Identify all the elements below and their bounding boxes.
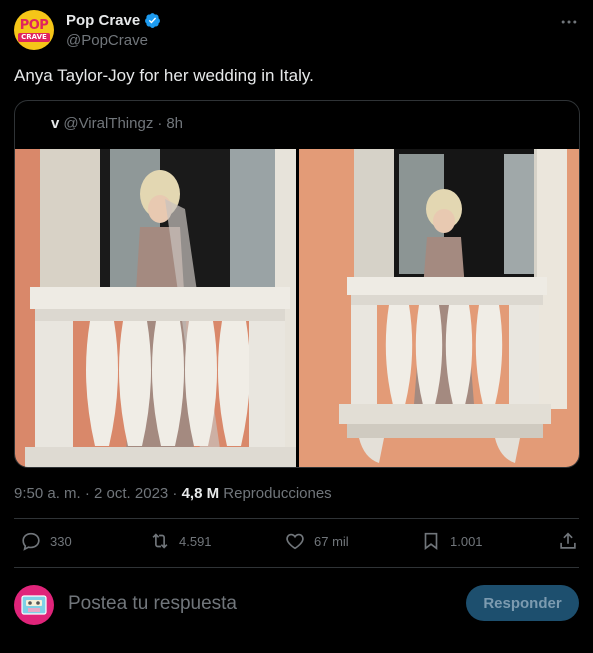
photo-left-image	[15, 149, 296, 467]
author-display-name[interactable]: Pop Crave	[66, 12, 140, 29]
avatar-text-pop: POP	[19, 17, 49, 33]
action-bar: 330 4.591 67 mil 1.001	[14, 530, 579, 558]
views-label: Reproducciones	[219, 485, 332, 502]
verified-badge-icon	[145, 13, 161, 28]
photo-right-image	[299, 149, 579, 467]
tweet-text: Anya Taylor-Joy for her wedding in Italy…	[14, 66, 314, 85]
divider-bottom	[14, 567, 579, 568]
repost-button[interactable]: 4.591	[149, 530, 212, 552]
avatar-text-crave: CRAVE	[18, 32, 50, 42]
author-avatar[interactable]: POP CRAVE	[14, 10, 54, 50]
bookmark-button[interactable]: 1.001	[420, 530, 483, 552]
more-icon[interactable]	[559, 12, 579, 37]
photo-left[interactable]	[15, 149, 296, 467]
like-icon	[286, 533, 304, 550]
reply-button[interactable]: 330	[20, 530, 72, 552]
photo-right[interactable]	[299, 149, 579, 467]
reply-submit-button[interactable]: Responder	[466, 585, 579, 621]
reply-composer: Postea tu respuesta Responder	[14, 585, 579, 625]
author-name-row: Pop Crave	[66, 12, 161, 29]
tweet-timestamp: 9:50 a. m. · 2 oct. 2023 · 4,8 M Reprodu…	[14, 485, 332, 502]
user-avatar[interactable]	[14, 585, 54, 625]
author-handle[interactable]: @PopCrave	[66, 32, 148, 49]
repost-icon	[152, 533, 168, 549]
quoted-tweet[interactable]: v @ViralThingz · 8h	[14, 100, 580, 468]
share-button[interactable]	[557, 530, 579, 552]
bookmark-count: 1.001	[450, 533, 483, 549]
bookmark-icon	[424, 532, 438, 550]
divider-top	[14, 518, 579, 519]
quoted-author-name: v	[51, 115, 60, 132]
cassette-icon	[21, 595, 47, 615]
share-icon	[560, 532, 576, 549]
reply-input[interactable]: Postea tu respuesta	[68, 593, 237, 615]
reply-icon	[22, 532, 40, 551]
views-count: 4,8 M	[181, 485, 220, 502]
reply-count: 330	[50, 533, 72, 549]
repost-count: 4.591	[179, 533, 212, 549]
quoted-time: 8h	[166, 115, 184, 132]
quoted-author-handle: @ViralThingz	[63, 115, 154, 132]
timestamp-text[interactable]: 9:50 a. m. · 2 oct. 2023 ·	[14, 485, 182, 502]
like-button[interactable]: 67 mil	[284, 530, 349, 552]
quoted-tweet-header: v @ViralThingz · 8h	[51, 115, 183, 132]
quoted-separator: ·	[157, 115, 163, 132]
like-count: 67 mil	[314, 533, 349, 549]
